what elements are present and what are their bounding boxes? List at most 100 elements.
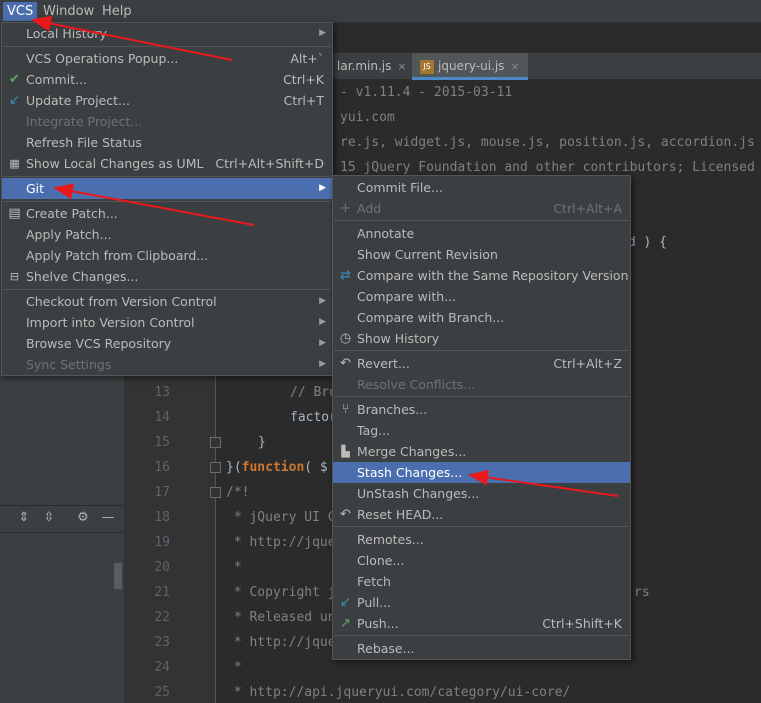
menu-item-remotes[interactable]: Remotes... (333, 529, 630, 550)
code-token: function (241, 460, 305, 475)
menu-item-label: Checkout from Version Control (26, 294, 217, 309)
menu-item-label: Annotate (357, 226, 415, 241)
tab-angular-min-js[interactable]: lar.min.js × (329, 53, 415, 80)
menu-item-label: Reset HEAD... (357, 507, 444, 522)
compare-arrows-icon: ⇄ (340, 268, 351, 283)
menu-item-create-patch[interactable]: ▤ Create Patch... (2, 203, 332, 224)
submenu-arrow-icon: ▶ (319, 28, 326, 38)
tab-jquery-ui-js[interactable]: JS jquery-ui.js × (412, 53, 528, 80)
menu-item-stash-changes[interactable]: Stash Changes... (333, 462, 630, 483)
menu-item-label: Update Project... (26, 93, 130, 108)
menu-item-unstash-changes[interactable]: UnStash Changes... (333, 483, 630, 504)
uml-diagram-icon: ▦ (9, 157, 20, 170)
code-fragment: 15 jQuery Foundation and other contribut… (340, 160, 755, 175)
menu-item-label: Fetch (357, 574, 391, 589)
menu-item-compare-with-branch[interactable]: Compare with Branch... (333, 307, 630, 328)
menu-item-compare-same-version[interactable]: ⇄ Compare with the Same Repository Versio… (333, 265, 630, 286)
scrollbar-thumb[interactable] (114, 563, 122, 589)
plus-icon: + (340, 201, 351, 216)
code-fragment: re.js, widget.js, mouse.js, position.js,… (340, 135, 755, 150)
menu-item-refresh-file-status[interactable]: Refresh File Status (2, 132, 332, 153)
menu-item-pull[interactable]: ↙ Pull... (333, 592, 630, 613)
menu-bar: VCS Window Help (0, 0, 761, 23)
menu-item-label: Browse VCS Repository (26, 336, 172, 351)
menu-separator (334, 526, 629, 527)
shortcut-label: Ctrl+Shift+K (542, 616, 622, 631)
menu-item-rebase[interactable]: Rebase... (333, 638, 630, 659)
menu-vcs[interactable]: VCS (3, 2, 38, 21)
tool-window-toolbar: ⇕ ⇳ ⚙ — (0, 505, 124, 533)
line-number: 19 (154, 535, 170, 550)
close-icon[interactable]: × (397, 60, 406, 73)
menu-help[interactable]: Help (98, 2, 136, 21)
menu-item-checkout[interactable]: Checkout from Version Control ▶ (2, 291, 332, 312)
pull-arrow-icon: ↙ (340, 595, 351, 610)
menu-item-show-local-changes-uml[interactable]: ▦ Show Local Changes as UML Ctrl+Alt+Shift… (2, 153, 332, 174)
menu-item-compare-with[interactable]: Compare with... (333, 286, 630, 307)
menu-item-browse-vcs-repository[interactable]: Browse VCS Repository ▶ (2, 333, 332, 354)
menu-separator (3, 289, 331, 290)
menu-item-push[interactable]: ↗ Push... Ctrl+Shift+K (333, 613, 630, 634)
menu-window[interactable]: Window (39, 2, 98, 21)
menu-item-label: Push... (357, 616, 399, 631)
menu-item-tag[interactable]: Tag... (333, 420, 630, 441)
code-line: * http://jque (226, 535, 336, 550)
code-line: /*! (226, 485, 250, 500)
menu-item-clone[interactable]: Clone... (333, 550, 630, 571)
menu-item-label: Compare with Branch... (357, 310, 505, 325)
menu-item-local-history[interactable]: Local History ▶ (2, 23, 332, 44)
submenu-arrow-icon: ▶ (319, 359, 326, 369)
menu-item-show-current-revision[interactable]: Show Current Revision (333, 244, 630, 265)
menu-item-commit-file[interactable]: Commit File... (333, 177, 630, 198)
menu-item-shelve-changes[interactable]: ⊟ Shelve Changes... (2, 266, 332, 287)
menu-item-add[interactable]: + Add Ctrl+Alt+A (333, 198, 630, 219)
gear-icon[interactable]: ⚙ (76, 511, 90, 525)
menu-item-integrate-project[interactable]: Integrate Project... (2, 111, 332, 132)
collapse-all-icon[interactable]: ⇳ (42, 511, 56, 525)
menu-item-label: Refresh File Status (26, 135, 142, 150)
menu-item-revert[interactable]: ↶ Revert... Ctrl+Alt+Z (333, 353, 630, 374)
menu-item-branches[interactable]: ⑂ Branches... (333, 399, 630, 420)
code-line: * http://api.jqueryui.com/category/ui-co… (226, 685, 571, 700)
menu-item-show-history[interactable]: ◷ Show History (333, 328, 630, 349)
menu-item-label: Show History (357, 331, 440, 346)
code-line: } (258, 435, 266, 450)
menu-item-label: Resolve Conflicts... (357, 377, 476, 392)
menu-item-update-project[interactable]: ↙ Update Project... Ctrl+T (2, 90, 332, 111)
menu-item-apply-patch-clipboard[interactable]: Apply Patch from Clipboard... (2, 245, 332, 266)
js-file-icon: JS (420, 59, 434, 74)
menu-item-vcs-operations-popup[interactable]: VCS Operations Popup... Alt+` (2, 48, 332, 69)
fold-marker-icon[interactable] (210, 437, 221, 448)
menu-separator (334, 350, 629, 351)
menu-item-label: Create Patch... (26, 206, 118, 221)
code-line: // Bro (290, 385, 337, 400)
menu-item-git[interactable]: Git ▶ (2, 178, 332, 199)
expand-all-icon[interactable]: ⇕ (17, 511, 31, 525)
menu-item-label: Tag... (357, 423, 391, 438)
menu-item-label: Merge Changes... (357, 444, 467, 459)
fold-marker-icon[interactable] (210, 487, 221, 498)
menu-item-resolve-conflicts[interactable]: Resolve Conflicts... (333, 374, 630, 395)
line-number: 24 (154, 660, 170, 675)
line-number: 21 (154, 585, 170, 600)
menu-item-label: Import into Version Control (26, 315, 195, 330)
menu-item-sync-settings[interactable]: Sync Settings ▶ (2, 354, 332, 375)
shortcut-label: Ctrl+Alt+Z (553, 356, 622, 371)
merge-icon: ▙ (341, 445, 350, 458)
menu-item-fetch[interactable]: Fetch (333, 571, 630, 592)
menu-item-apply-patch[interactable]: Apply Patch... (2, 224, 332, 245)
menu-item-merge-changes[interactable]: ▙ Merge Changes... (333, 441, 630, 462)
submenu-arrow-icon: ▶ (319, 338, 326, 348)
tab-label: jquery-ui.js (438, 59, 505, 73)
fold-marker-icon[interactable] (210, 462, 221, 473)
menu-item-label: Git (26, 181, 45, 196)
code-line: * (226, 660, 242, 675)
menu-item-import[interactable]: Import into Version Control ▶ (2, 312, 332, 333)
close-icon[interactable]: × (510, 60, 519, 73)
menu-item-reset-head[interactable]: ↶ Reset HEAD... (333, 504, 630, 525)
menu-item-commit[interactable]: ✔ Commit... Ctrl+K (2, 69, 332, 90)
tab-label: lar.min.js (337, 59, 392, 73)
menu-item-annotate[interactable]: Annotate (333, 223, 630, 244)
vcs-menu: Local History ▶ VCS Operations Popup... Al… (1, 22, 333, 376)
minimize-icon[interactable]: — (101, 511, 115, 525)
